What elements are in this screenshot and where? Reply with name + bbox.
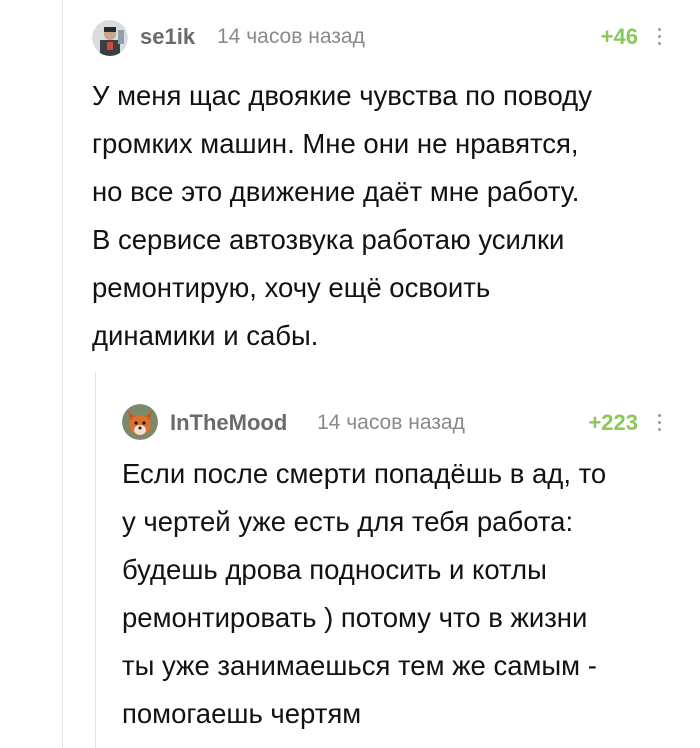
comment-header: se1ik 14 часов назад +46 [92, 14, 672, 58]
timestamp: 14 часов назад [217, 25, 365, 48]
rating: +223 [588, 410, 638, 435]
comment-line: будешь дрова подносить и котлы [122, 554, 547, 585]
comment-text: Если после смерти попадёшь в ад, то у че… [122, 450, 672, 738]
more-vertical-icon[interactable] [652, 409, 666, 435]
thread-line [62, 0, 63, 748]
comment-line: ремонтировать ) потому что в жизни [122, 602, 588, 633]
avatar[interactable] [92, 20, 128, 56]
comment: se1ik 14 часов назад +46 У меня щас двоя… [92, 14, 672, 360]
comment-line: громких машин. Мне они не нравятся, [92, 128, 579, 159]
comment-text: У меня щас двоякие чувства по поводу гро… [92, 72, 672, 360]
timestamp: 14 часов назад [317, 411, 465, 434]
comment-line: но все это движение даёт мне работу. [92, 176, 580, 207]
comment-header: InTheMood 14 часов назад +223 [122, 400, 672, 444]
comment-line: ты уже занимаешься тем же самым - [122, 650, 597, 681]
reply-thread-line [95, 372, 96, 748]
username[interactable]: se1ik [140, 24, 195, 50]
avatar[interactable] [122, 404, 158, 440]
comment-line: Если после смерти попадёшь в ад, то [122, 458, 607, 489]
reply-comment: InTheMood 14 часов назад +223 Если после… [122, 400, 672, 738]
comment-line: у чертей уже есть для тебя работа: [122, 506, 574, 537]
comment-line: В сервисе автозвука работаю усилки [92, 224, 565, 255]
comment-line: У меня щас двоякие чувства по поводу [92, 80, 592, 111]
rating: +46 [600, 24, 638, 49]
comment-line: динамики и сабы. [92, 320, 319, 351]
more-vertical-icon[interactable] [652, 23, 666, 49]
username[interactable]: InTheMood [170, 410, 287, 436]
comment-line: ремонтирую, хочу ещё освоить [92, 272, 491, 303]
comment-line: помогаешь чертям [122, 698, 362, 729]
